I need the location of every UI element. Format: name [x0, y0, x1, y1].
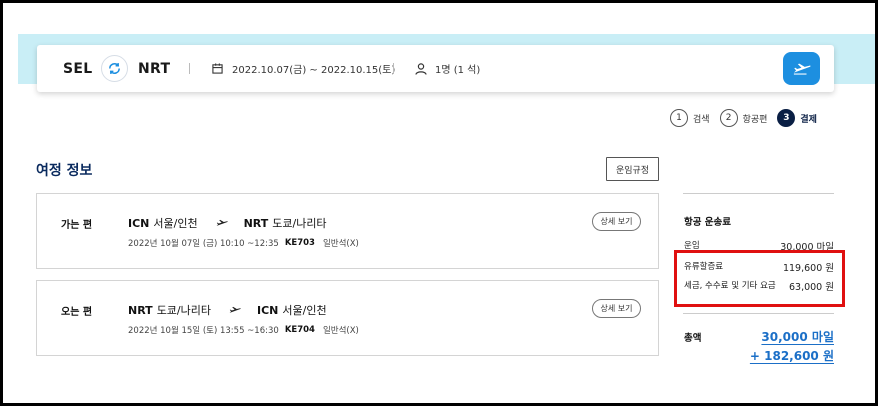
flight-route: ICN 서울/인천 NRT 도쿄/나리타	[128, 215, 327, 231]
flight-number: KE703	[284, 238, 315, 248]
step-flights: 2 항공편	[719, 109, 768, 127]
step-label: 항공편	[742, 114, 768, 125]
fare-row-taxes-fees: 세금, 수수료 및 기타 요금 63,000 원	[684, 279, 834, 293]
origin-code: SEL	[63, 60, 93, 77]
travel-dates[interactable]: 2022.10.07(금) ~ 2022.10.15(토)	[212, 45, 395, 92]
cabin-class: 일반석(X)	[322, 326, 359, 336]
total-label: 총액	[684, 333, 702, 344]
flight-direction-label: 오는 편	[61, 307, 93, 318]
from-city: 도쿄/나리타	[156, 304, 211, 317]
divider	[189, 63, 190, 74]
step-label: 결제	[800, 114, 817, 125]
progress-steps: 1 검색 2 항공편 3 결제	[670, 108, 827, 128]
person-icon	[415, 62, 427, 75]
fare-row-value: 30,000 마일	[780, 242, 834, 253]
divider	[393, 63, 394, 74]
travel-dates-text: 2022.10.07(금) ~ 2022.10.15(토)	[232, 65, 396, 76]
to-code: NRT	[243, 216, 269, 230]
fare-row-value: 63,000 원	[788, 282, 834, 293]
flight-datetime: 2022년 10월 15일 (토) 13:55 ~16:30	[128, 326, 279, 336]
to-code: ICN	[257, 303, 279, 317]
flight-direction-label: 가는 편	[61, 220, 93, 231]
swap-route-button[interactable]	[101, 55, 128, 82]
fare-row-base: 운임 30,000 마일	[684, 239, 834, 253]
airplane-icon	[793, 63, 811, 75]
passenger-count[interactable]: 1명 (1 석)	[415, 45, 480, 92]
divider	[683, 313, 834, 314]
flight-route: NRT 도쿄/나리타 ICN 서울/인천	[128, 302, 327, 318]
cabin-class: 일반석(X)	[322, 239, 359, 249]
from-code: ICN	[128, 216, 150, 230]
outbound-flight-card: 가는 편 ICN 서울/인천 NRT 도쿄/나리타 2022년 10월 07일 …	[36, 193, 659, 269]
fare-row-fuel-surcharge: 유류할증료 119,600 원	[684, 260, 834, 274]
fare-row-label: 유류할증료	[684, 262, 724, 272]
total-miles: 30,000 마일	[761, 330, 834, 344]
step-number: 2	[719, 109, 738, 127]
destination-code: NRT	[138, 60, 171, 77]
step-number: 1	[670, 109, 688, 127]
fare-row-label: 세금, 수수료 및 기타 요금	[684, 281, 776, 291]
flight-detail: 2022년 10월 07일 (금) 10:10 ~12:35 KE703 일반석…	[128, 237, 359, 249]
search-summary-bar: SEL NRT 2022.10.07(금) ~ 2022.10.15(토) 1명…	[37, 45, 834, 92]
flight-datetime: 2022년 10월 07일 (금) 10:10 ~12:35	[128, 239, 279, 249]
from-code: NRT	[128, 303, 153, 317]
step-payment: 3 결제	[777, 109, 817, 127]
swap-icon	[109, 63, 120, 74]
from-city: 서울/인천	[153, 217, 198, 230]
fare-summary-title: 항공 운송료	[684, 217, 732, 228]
step-number: 3	[777, 109, 796, 127]
total-won: + 182,600 원	[749, 349, 834, 363]
airplane-icon	[229, 306, 241, 315]
step-label: 검색	[693, 114, 710, 125]
divider	[683, 193, 834, 194]
outbound-detail-button[interactable]: 상세 보기	[592, 212, 641, 231]
passenger-text: 1명 (1 석)	[435, 65, 481, 76]
step-search: 1 검색	[670, 109, 710, 127]
calendar-icon	[212, 62, 224, 75]
fare-row-value: 119,600 원	[782, 263, 834, 274]
itinerary-title: 여정 정보	[36, 163, 93, 179]
to-city: 서울/인천	[282, 304, 327, 317]
return-detail-button[interactable]: 상세 보기	[592, 299, 641, 318]
fare-row-label: 운임	[684, 241, 700, 251]
to-city: 도쿄/나리타	[272, 217, 327, 230]
flight-search-button[interactable]	[783, 52, 820, 85]
flight-number: KE704	[284, 325, 315, 335]
return-flight-card: 오는 편 NRT 도쿄/나리타 ICN 서울/인천 2022년 10월 15일 …	[36, 280, 659, 356]
flight-detail: 2022년 10월 15일 (토) 13:55 ~16:30 KE704 일반석…	[128, 324, 359, 336]
airplane-icon	[216, 219, 228, 228]
fare-rules-button[interactable]: 운임규정	[606, 157, 659, 181]
